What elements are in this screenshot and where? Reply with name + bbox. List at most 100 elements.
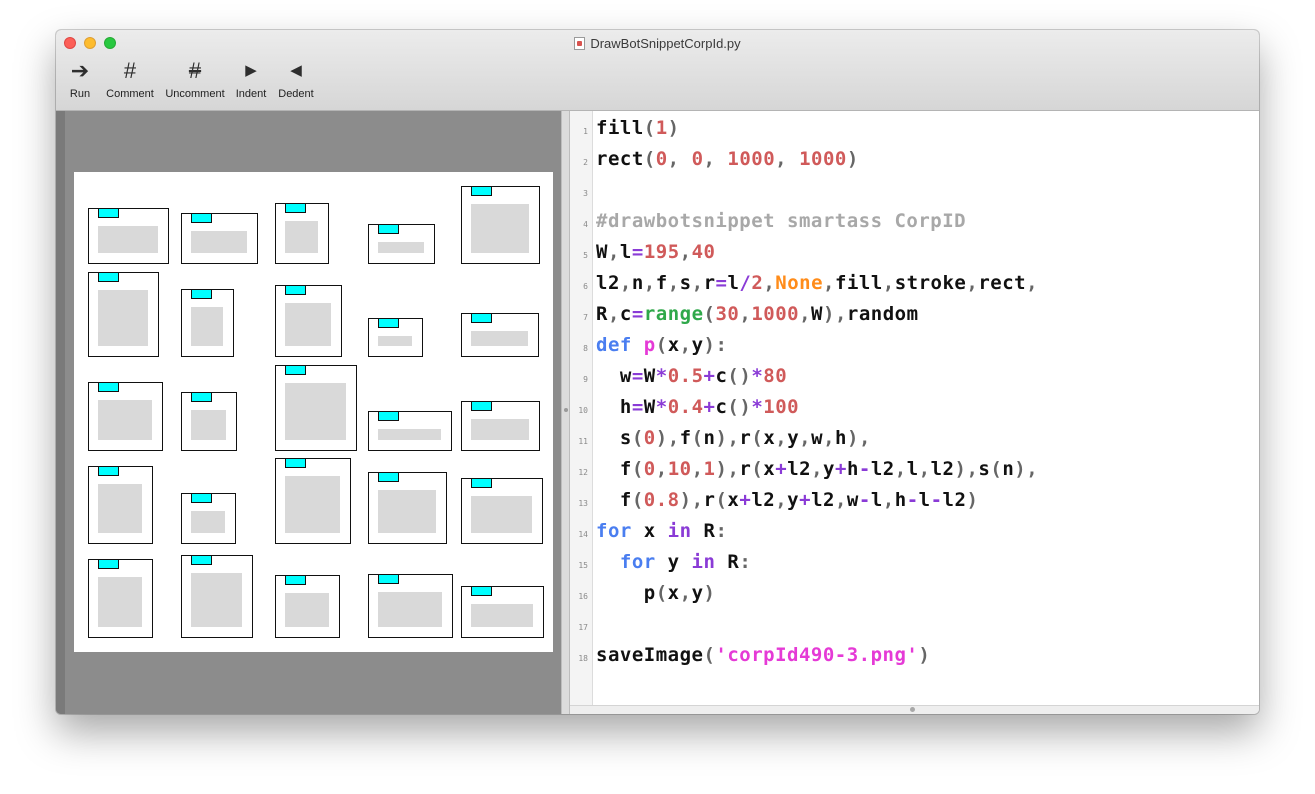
code-token: c (715, 365, 728, 387)
horizontal-scrollbar[interactable] (570, 705, 1259, 714)
divider-grip[interactable] (564, 408, 568, 412)
line-number: 10 (578, 406, 588, 415)
code-token: l (727, 272, 740, 294)
code-line[interactable]: 10 h=W*0.4+c()*100 (570, 394, 1259, 425)
code-token: , (655, 458, 668, 480)
code-line[interactable]: 8 def p(x,y): (570, 332, 1259, 363)
code-token: x (763, 427, 776, 449)
corp-id-card (368, 318, 423, 357)
code-token: () (727, 396, 752, 418)
code-line[interactable]: 15 for y in R: (570, 549, 1259, 580)
code-text: for y in R: (596, 551, 751, 573)
code-line[interactable]: 12 f(0,10,1),r(x+l2,y+h-l2,l,l2),s(n), (570, 456, 1259, 487)
code-line[interactable]: 7 R,c=range(30,1000,W),random (570, 301, 1259, 332)
code-line[interactable]: 18 saveImage('corpId490-3.png') (570, 642, 1259, 673)
code-token: , (966, 272, 979, 294)
scrollbar-grip[interactable] (910, 707, 915, 712)
card-block (471, 419, 529, 440)
indent-button[interactable]: ▶ Indent (233, 58, 269, 100)
code-token: * (655, 396, 668, 418)
code-token: * (751, 396, 764, 418)
canvas-artwork (88, 186, 544, 638)
comment-button-label: Comment (106, 88, 154, 100)
code-token: 0 (643, 427, 656, 449)
code-token: 0.5 (667, 365, 704, 387)
corp-id-card (461, 586, 544, 638)
code-token: 40 (691, 241, 716, 263)
code-token: , (763, 272, 776, 294)
code-line[interactable]: 6 l2,n,f,s,r=l/2,None,fill,stroke,rect, (570, 270, 1259, 301)
code-token: , (727, 458, 740, 480)
card-tab (471, 186, 492, 196)
comment-button[interactable]: # Comment (102, 58, 158, 100)
card-tab (191, 213, 212, 223)
code-token: R (715, 551, 740, 573)
code-line[interactable]: 13 f(0.8),r(x+l2,y+l2,w-l,h-l-l2) (570, 487, 1259, 518)
code-token: , (858, 427, 871, 449)
card-tab (378, 574, 399, 584)
card-tab (191, 392, 212, 402)
code-token: , (799, 303, 812, 325)
code-token: ( (631, 427, 644, 449)
card-tab (378, 224, 399, 234)
code-token: = (631, 241, 644, 263)
code-token: R (596, 303, 608, 325)
code-line[interactable]: 1 fill(1) (570, 115, 1259, 146)
code-text: f(0,10,1),r(x+l2,y+h-l2,l,l2),s(n), (596, 458, 1038, 480)
code-token: l (918, 489, 931, 511)
code-line[interactable]: 2 rect(0, 0, 1000, 1000) (570, 146, 1259, 177)
code-text: l2,n,f,s,r=l/2,None,fill,stroke,rect, (596, 272, 1038, 294)
card-block (191, 573, 242, 627)
code-line[interactable]: 9 w=W*0.5+c()*80 (570, 363, 1259, 394)
split-divider[interactable] (561, 111, 570, 714)
line-number: 16 (578, 592, 588, 601)
code-token: , (727, 427, 740, 449)
preview-pane-edge (56, 111, 65, 714)
code-text: w=W*0.5+c()*80 (596, 365, 787, 387)
code-line[interactable]: 3 (570, 177, 1259, 208)
code-line[interactable]: 11 s(0),f(n),r(x,y,w,h), (570, 425, 1259, 456)
uncomment-button-label: Uncomment (165, 88, 225, 100)
code-token: 0.8 (643, 489, 680, 511)
card-tab (191, 493, 212, 503)
code-token: r (739, 427, 752, 449)
code-token: , (643, 272, 656, 294)
code-token: 1000 (799, 148, 847, 170)
card-block (98, 226, 158, 253)
dedent-button-label: Dedent (278, 88, 314, 100)
card-tab (285, 365, 306, 375)
code-token: h (846, 458, 859, 480)
titlebar: DrawBotSnippetCorpId.py ➔ Run # Comment … (56, 30, 1259, 111)
code-token: n (631, 272, 644, 294)
card-block (285, 383, 346, 440)
code-token: rect (978, 272, 1027, 294)
code-line[interactable]: 14 for x in R: (570, 518, 1259, 549)
code-text: h=W*0.4+c()*100 (596, 396, 799, 418)
code-token: p (596, 582, 656, 604)
code-token: l2 (596, 272, 620, 294)
code-editor[interactable]: 1 fill(1) 2 rect(0, 0, 1000, 1000) 3 4 #drawbo… (570, 111, 1259, 714)
line-number: 15 (578, 561, 588, 570)
code-token: h (894, 489, 907, 511)
code-line[interactable]: 16 p(x,y) (570, 580, 1259, 611)
corp-id-card (461, 401, 540, 451)
code-line[interactable]: 17 (570, 611, 1259, 642)
run-button[interactable]: ➔ Run (64, 58, 96, 100)
line-number: 18 (578, 654, 588, 663)
code-token: x (667, 582, 680, 604)
code-line[interactable]: 4 #drawbotsnippet smartass CorpID (570, 208, 1259, 239)
code-text: W,l=195,40 (596, 241, 715, 263)
dedent-button[interactable]: ◀ Dedent (275, 58, 317, 100)
uncomment-button[interactable]: # Uncomment (162, 58, 228, 100)
code-line[interactable]: 5 W,l=195,40 (570, 239, 1259, 270)
run-button-label: Run (69, 88, 91, 100)
preview-pane[interactable] (56, 111, 561, 714)
code-token: + (835, 458, 847, 480)
code-token: l (870, 489, 883, 511)
code-token: x (667, 334, 680, 356)
code-token: s (978, 458, 991, 480)
code-token: r (739, 458, 752, 480)
corp-id-card (88, 559, 153, 638)
code-token: w (811, 427, 824, 449)
